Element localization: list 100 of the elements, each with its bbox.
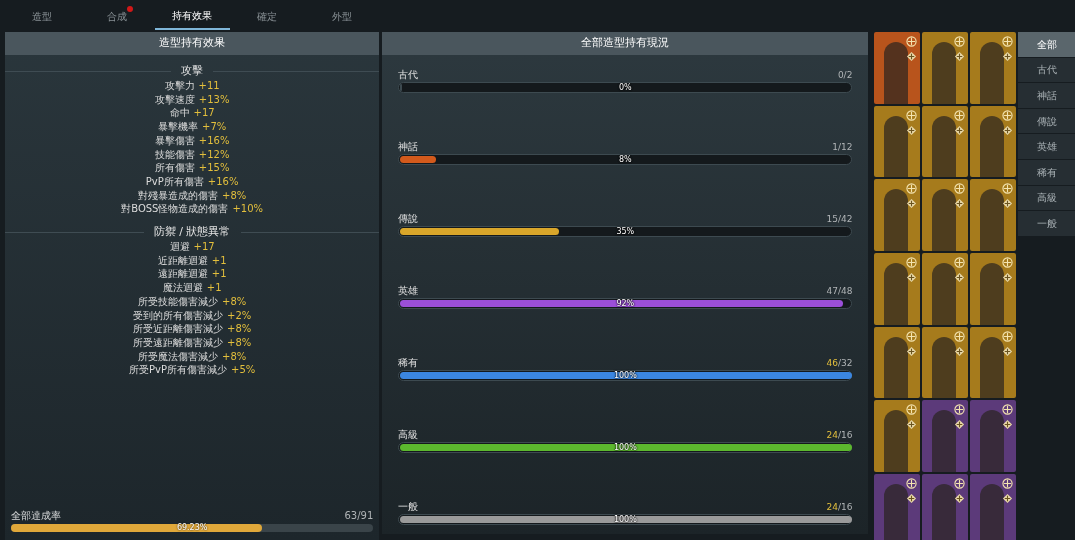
stat-value: +8%: [227, 322, 252, 336]
stat-value: +16%: [198, 133, 230, 148]
filter-button[interactable]: 神話: [1018, 83, 1075, 108]
figure-placeholder: [932, 263, 957, 325]
grade-name: 神話: [398, 141, 419, 153]
stat-name: 遠距離迴避: [157, 267, 208, 282]
costume-card[interactable]: [922, 32, 969, 104]
tab[interactable]: 合成: [79, 2, 155, 30]
costume-card[interactable]: [970, 326, 1017, 399]
emblem-icon: [1002, 183, 1014, 195]
costume-card[interactable]: [874, 253, 921, 325]
grade-name: 一般: [398, 501, 419, 513]
emblem-icon: [954, 330, 966, 342]
stat-value: +8%: [227, 335, 252, 350]
costume-card[interactable]: [874, 400, 921, 473]
filter-button[interactable]: 高級: [1018, 185, 1075, 211]
costume-card[interactable]: [970, 105, 1017, 178]
costume-card[interactable]: [922, 253, 969, 325]
costume-card[interactable]: [874, 179, 921, 252]
tab[interactable]: 外型: [304, 2, 380, 30]
costume-card[interactable]: [922, 179, 969, 252]
emblem-icon: [954, 183, 966, 195]
plus-icon: [906, 493, 918, 505]
emblem-icon: [906, 330, 918, 342]
filter-button[interactable]: 一般: [1018, 211, 1075, 236]
costume-card[interactable]: [874, 474, 921, 540]
plus-icon: [906, 419, 918, 431]
costume-card[interactable]: [922, 105, 969, 178]
percent-text: 8%: [619, 153, 632, 166]
stat-value: +8%: [222, 294, 247, 309]
stat-value: +7%: [202, 120, 227, 134]
stat-value: +15%: [198, 161, 230, 175]
plus-icon: [906, 272, 918, 284]
costume-card[interactable]: [874, 32, 921, 104]
grade-count: 15/42: [826, 213, 853, 225]
plus-icon: [1002, 124, 1014, 136]
plus-icon: [906, 51, 918, 62]
costume-card[interactable]: [874, 326, 921, 399]
grade-count: 0/2: [837, 69, 853, 81]
stat-name: 魔法迴避: [162, 281, 203, 295]
figure-placeholder: [932, 410, 957, 473]
plus-icon: [906, 124, 918, 136]
stat-name: 所受技能傷害減少: [138, 294, 218, 309]
figure-placeholder: [980, 484, 1005, 540]
figure-placeholder: [980, 115, 1005, 178]
figure-placeholder: [884, 263, 909, 325]
tab[interactable]: 造型: [5, 2, 80, 30]
tab[interactable]: 確定: [229, 2, 305, 30]
stat-value: +17: [193, 240, 215, 254]
grade-count: 47/48: [826, 285, 853, 297]
emblem-icon: [954, 36, 966, 47]
stat-name: 技能傷害: [154, 147, 195, 162]
stat-value: +11: [198, 79, 220, 93]
emblem-icon: [1002, 257, 1014, 269]
costume-card[interactable]: [970, 179, 1017, 252]
total-label: 全部達成率: [11, 510, 61, 522]
costume-card[interactable]: [922, 326, 969, 399]
grade-name: 高級: [398, 429, 419, 441]
panel-header: 造型持有效果: [5, 32, 380, 55]
filter-button[interactable]: 古代: [1018, 57, 1075, 83]
filter-button[interactable]: 英雄: [1018, 134, 1075, 159]
costume-card[interactable]: [922, 400, 969, 473]
percent-text: 69.23%: [176, 522, 208, 534]
stat-name: 攻擊速度: [154, 92, 195, 107]
panel-header: 全部造型持有現況: [382, 32, 869, 55]
costume-card[interactable]: [970, 474, 1017, 540]
figure-placeholder: [980, 42, 1005, 104]
emblem-icon: [906, 478, 918, 490]
figure-placeholder: [932, 484, 957, 540]
stat-name: 對BOSS怪物造成的傷害: [121, 202, 229, 217]
filter-button[interactable]: 稀有: [1018, 159, 1075, 185]
costume-card[interactable]: [970, 400, 1017, 473]
percent-text: 100%: [613, 513, 637, 526]
figure-placeholder: [884, 484, 909, 540]
emblem-icon: [906, 404, 918, 416]
grade-count: 24/16: [826, 501, 853, 513]
stat-value: +8%: [222, 349, 247, 364]
figure-placeholder: [980, 263, 1005, 325]
stat-value: +1: [211, 253, 227, 268]
stat-name: 對殘暴造成的傷害: [138, 188, 218, 203]
stat-name: 近距離迴避: [157, 253, 208, 268]
figure-placeholder: [884, 336, 909, 399]
stat-value: +10%: [232, 202, 264, 217]
figure-placeholder: [884, 115, 909, 178]
costume-card[interactable]: [874, 105, 921, 178]
plus-icon: [906, 345, 918, 357]
plus-icon: [954, 493, 966, 505]
percent-text: 100%: [613, 441, 637, 454]
grade-name: 稀有: [398, 357, 419, 369]
costume-card[interactable]: [970, 253, 1017, 325]
tab[interactable]: 持有效果: [154, 2, 230, 30]
grade-name: 古代: [398, 69, 419, 81]
costume-card[interactable]: [922, 474, 969, 540]
emblem-icon: [906, 109, 918, 121]
filter-button[interactable]: 全部: [1018, 32, 1075, 57]
plus-icon: [954, 272, 966, 284]
grade-count: 24/16: [826, 429, 853, 441]
costume-card[interactable]: [970, 32, 1017, 104]
filter-button[interactable]: 傳說: [1018, 108, 1075, 134]
emblem-icon: [906, 36, 918, 47]
